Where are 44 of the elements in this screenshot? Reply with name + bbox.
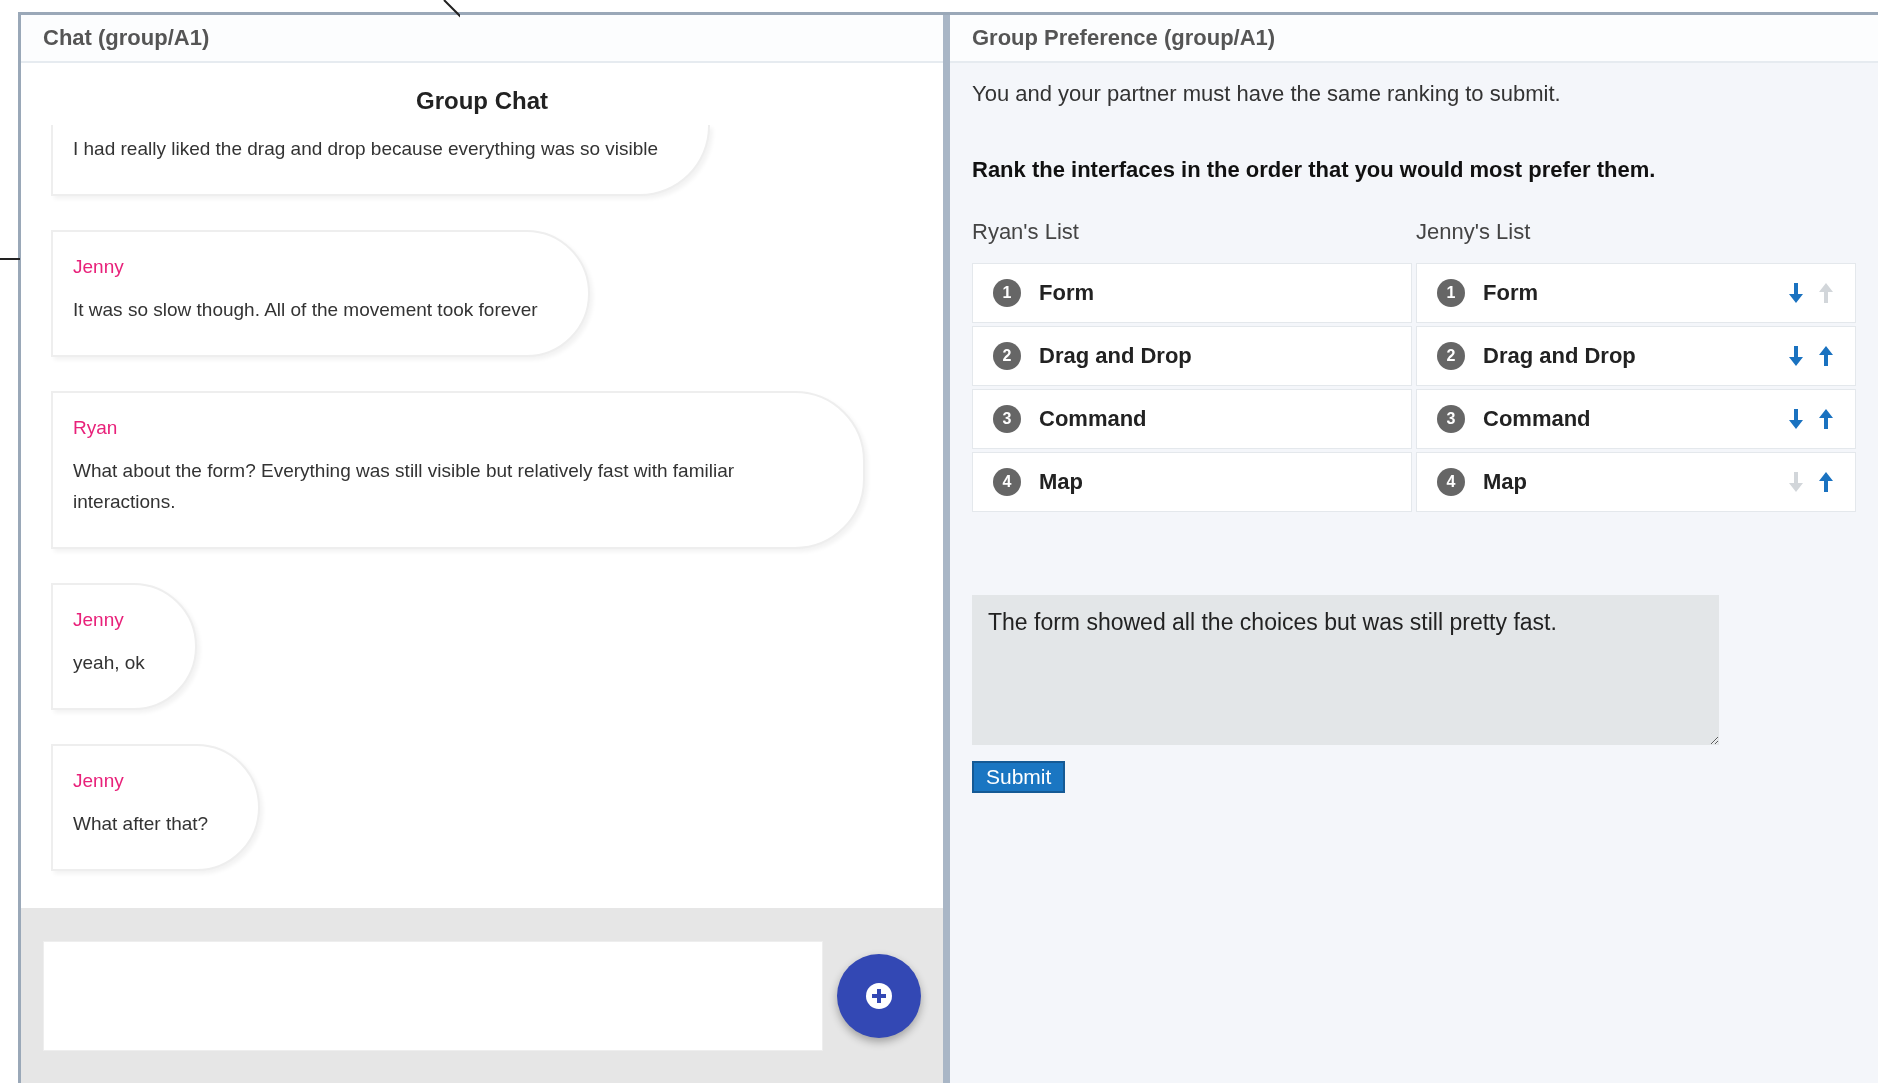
note-text: You and your partner must have the same ranking to submit. bbox=[972, 81, 1562, 107]
rank-badge: 4 bbox=[1437, 468, 1465, 496]
item-name: Drag and Drop bbox=[1039, 343, 1193, 369]
message-text: yeah, ok bbox=[73, 651, 145, 675]
comment-field[interactable]: The form showed all the choices but was still pretty fast. bbox=[972, 595, 1719, 745]
rank-badge: 3 bbox=[1437, 405, 1465, 433]
sender-name: Jenny bbox=[73, 770, 125, 792]
message-text: What after that? bbox=[73, 812, 209, 836]
up-arrow-icon bbox=[1817, 344, 1835, 368]
rank-badge: 3 bbox=[993, 405, 1021, 433]
down-arrow-icon bbox=[1787, 407, 1805, 431]
up-arrow-icon bbox=[1817, 407, 1835, 431]
sender-name: Ryan bbox=[73, 417, 119, 439]
rank-badge: 4 bbox=[993, 468, 1021, 496]
submit-button[interactable]: Submit bbox=[972, 761, 1066, 793]
item-name: Map bbox=[1039, 469, 1084, 495]
item-name: Map bbox=[1483, 469, 1528, 495]
down-arrow-icon bbox=[1787, 281, 1805, 305]
rank-badge: 2 bbox=[1437, 342, 1465, 370]
list-label: Jenny's List bbox=[1416, 219, 1532, 245]
instruction-text: Rank the interfaces in the order that you would most prefer them. bbox=[972, 157, 1657, 183]
item-name: Form bbox=[1483, 280, 1539, 306]
message-text: I had really liked the drag and drop because everything was so visible bbox=[73, 137, 659, 161]
item-name: Drag and Drop bbox=[1483, 343, 1637, 369]
panel-title: Group Preference (group/A1) bbox=[972, 25, 1276, 51]
up-arrow-icon bbox=[1817, 281, 1835, 305]
panel-title: Chat (group/A1) bbox=[43, 25, 210, 51]
item-name: Command bbox=[1039, 406, 1148, 432]
rank-badge: 1 bbox=[1437, 279, 1465, 307]
down-arrow-icon bbox=[1787, 470, 1805, 494]
item-name: Form bbox=[1039, 280, 1095, 306]
up-arrow-icon bbox=[1817, 470, 1835, 494]
send-button[interactable] bbox=[837, 953, 921, 1038]
sender-name: Jenny bbox=[73, 609, 125, 631]
message-text: What about the form? Everything was still visible but relatively fast with familiar interactions. bbox=[73, 459, 736, 514]
down-arrow-icon bbox=[1787, 344, 1805, 368]
item-name: Command bbox=[1483, 406, 1592, 432]
rank-badge: 1 bbox=[993, 279, 1021, 307]
plus-circle-icon bbox=[864, 980, 894, 1011]
rank-badge: 2 bbox=[993, 342, 1021, 370]
message-text: It was so slow though. All of the movement took forever bbox=[73, 298, 538, 322]
sender-name: Jenny bbox=[73, 256, 125, 278]
list-label: Ryan's List bbox=[972, 219, 1080, 245]
message-input[interactable] bbox=[43, 940, 823, 1051]
